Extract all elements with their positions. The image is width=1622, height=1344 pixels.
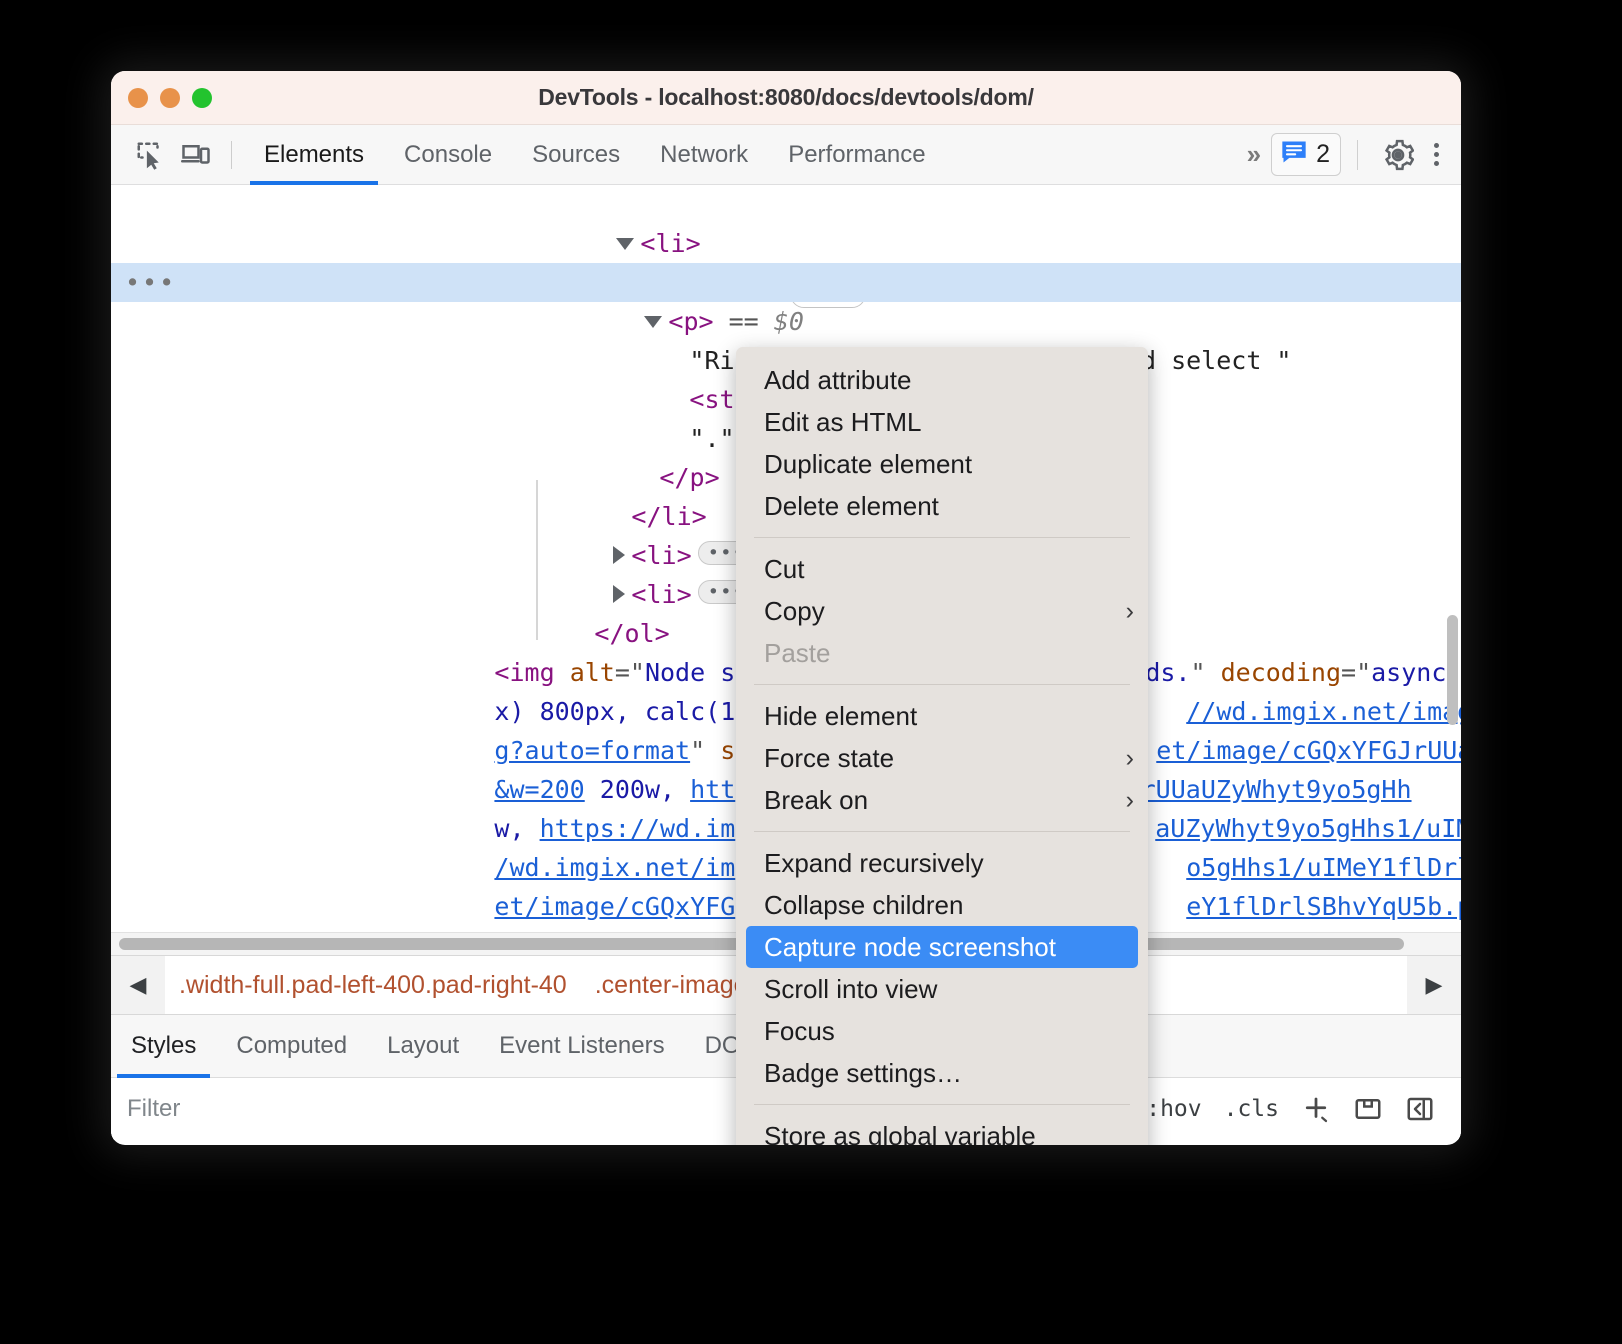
tab-computed[interactable]: Computed [216,1015,367,1077]
menu-item-hide-element-label: Hide element [764,700,918,731]
menu-item-add-attribute-label: Add attribute [764,364,912,395]
menu-item-store-as-global-variable[interactable]: Store as global variable [736,1115,1148,1146]
menu-item-focus[interactable]: Focus [736,1010,1148,1052]
tab-sources[interactable]: Sources [512,125,640,185]
menu-item-focus-label: Focus [764,1015,835,1046]
plus-icon[interactable] [1301,1094,1331,1124]
screenshot-root: DevTools - localhost:8080/docs/devtools/… [0,0,1622,1344]
menu-item-badge-settings-label: Badge settings… [764,1057,963,1088]
menu-item-collapse-children-label: Collapse children [764,889,964,920]
menu-separator-4 [754,1104,1130,1105]
force-element-state-button[interactable]: :hov [1146,1096,1201,1122]
tab-performance[interactable]: Performance [768,125,945,185]
inspect-element-icon[interactable] [127,134,173,176]
kebab-dots [1434,143,1439,166]
dom-row-li-open[interactable]: <li> [111,185,1461,258]
menu-separator-3 [754,831,1130,832]
menu-item-expand-recursively[interactable]: Expand recursively [736,842,1148,884]
tab-elements[interactable]: Elements [244,125,384,185]
menu-item-cut-label: Cut [764,553,805,584]
menu-item-delete-element[interactable]: Delete element [736,485,1148,527]
tab-sources-label: Sources [532,140,621,168]
devtools-toolbar: Elements Console Sources Network Perform… [111,125,1461,185]
more-tabs-icon[interactable]: » [1237,139,1267,170]
menu-item-badge-settings[interactable]: Badge settings… [736,1052,1148,1094]
row-options-icon[interactable]: ••• [125,263,176,302]
menu-item-delete-element-label: Delete element [764,490,939,521]
chevron-right-icon: › [1125,785,1134,814]
menu-item-break-on-label: Break on [764,784,869,815]
menu-separator-1 [754,537,1130,538]
menu-item-paste-label: Paste [764,637,831,668]
menu-item-capture-node-screenshot-label: Capture node screenshot [764,931,1056,962]
tab-layout-label: Layout [387,1032,460,1059]
menu-item-edit-as-html[interactable]: Edit as HTML [736,401,1148,443]
chevron-right-icon: › [1125,743,1134,772]
menu-item-copy-label: Copy [764,595,825,626]
device-toolbar-icon[interactable] [173,134,219,176]
menu-item-cut[interactable]: Cut [736,548,1148,590]
tab-network[interactable]: Network [640,125,768,185]
devtools-window: DevTools - localhost:8080/docs/devtools/… [111,71,1461,1145]
tab-performance-label: Performance [788,140,926,168]
tab-elements-label: Elements [264,140,365,168]
context-menu[interactable]: Add attribute Edit as HTML Duplicate ele… [736,347,1148,1145]
window-titlebar: DevTools - localhost:8080/docs/devtools/… [111,71,1461,125]
menu-item-scroll-into-view[interactable]: Scroll into view [736,968,1148,1010]
toolbar-divider-2 [1357,139,1358,170]
tab-computed-label: Computed [236,1032,348,1059]
chevron-right-icon: › [1125,596,1134,625]
menu-item-paste: Paste [736,632,1148,674]
window-title: DevTools - localhost:8080/docs/devtools/… [538,84,1034,110]
element-classes-button[interactable]: .cls [1224,1096,1279,1122]
tab-console-label: Console [404,140,493,168]
menu-separator-2 [754,684,1130,685]
menu-item-break-on[interactable]: Break on › [736,779,1148,821]
toolbar-divider [231,140,232,169]
menu-item-add-attribute[interactable]: Add attribute [736,359,1148,401]
computed-styles-icon[interactable] [1353,1094,1383,1124]
panel-tabs: Elements Console Sources Network Perform… [244,125,946,185]
console-message-icon [1280,138,1308,171]
menu-item-capture-node-screenshot[interactable]: Capture node screenshot [746,926,1138,968]
tab-styles-label: Styles [131,1032,197,1059]
menu-item-scroll-into-view-label: Scroll into view [764,973,938,1004]
tab-event-listeners-label: Event Listeners [499,1032,665,1059]
dom-row-p-selected[interactable]: ••• <p> == $0 [111,263,1461,336]
breadcrumb-scroll-right-icon[interactable]: ▶ [1407,956,1461,1014]
console-message-badge[interactable]: 2 [1271,133,1341,176]
menu-item-expand-recursively-label: Expand recursively [764,847,984,878]
tab-layout[interactable]: Layout [367,1015,479,1077]
tab-console[interactable]: Console [384,125,512,185]
menu-item-duplicate-element-label: Duplicate element [764,448,973,479]
toggle-sidebar-icon[interactable] [1405,1094,1435,1124]
menu-item-force-state-label: Force state [764,742,895,773]
breadcrumb-crumb-wrapper[interactable]: .width-full.pad-left-400.pad-right-40 [165,971,581,1000]
dom-row-before-pseudo[interactable]: ::beforeflex [111,224,1461,308]
toolbar-right-controls: » 2 [1237,133,1461,176]
dom-row-text-rightclick[interactable]: "Right-click the node above and select " [111,302,1461,375]
menu-item-store-as-global-variable-label: Store as global variable [764,1120,1036,1146]
menu-item-hide-element[interactable]: Hide element [736,695,1148,737]
dom-tree-vertical-scrollbar[interactable] [1447,615,1458,725]
menu-item-copy[interactable]: Copy › [736,590,1148,632]
breadcrumb-scroll-left-icon[interactable]: ◀ [111,956,165,1014]
more-options-icon[interactable] [1426,143,1447,166]
menu-item-duplicate-element[interactable]: Duplicate element [736,443,1148,485]
tab-network-label: Network [660,140,749,168]
gear-icon[interactable] [1374,139,1422,171]
menu-item-force-state[interactable]: Force state › [736,737,1148,779]
menu-item-edit-as-html-label: Edit as HTML [764,406,922,437]
tab-styles[interactable]: Styles [111,1015,216,1078]
styles-filter-actions: :hov .cls [1146,1094,1445,1124]
tab-event-listeners[interactable]: Event Listeners [479,1015,684,1077]
console-message-count: 2 [1316,140,1330,168]
menu-item-collapse-children[interactable]: Collapse children [736,884,1148,926]
